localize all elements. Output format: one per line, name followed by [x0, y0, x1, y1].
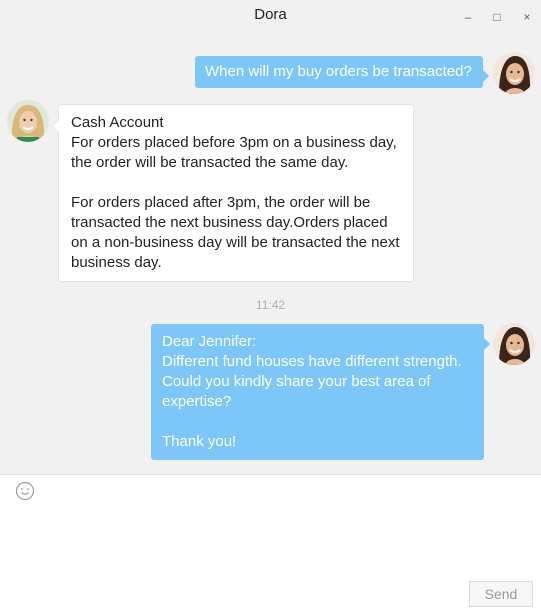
message-input[interactable] [10, 509, 534, 579]
woman-blonde-avatar-icon [7, 100, 49, 142]
minimize-button[interactable]: – [461, 10, 475, 24]
message-text: For orders placed after 3pm, the order w… [71, 194, 400, 271]
user-avatar[interactable] [493, 52, 535, 94]
smiley-icon[interactable] [15, 481, 35, 501]
chat-window: Dora – □ × When will my buy orders be tr… [0, 0, 541, 614]
maximize-button[interactable]: □ [490, 10, 504, 24]
woman-dark-hair-avatar-icon [493, 323, 535, 365]
user-avatar[interactable] [493, 323, 535, 365]
message-text: Cash Account For orders placed before 3p… [71, 114, 397, 171]
contact-avatar[interactable] [7, 100, 49, 142]
message-composer: Send [0, 474, 541, 614]
outgoing-message-bubble: Dear Jennifer: Different fund houses hav… [151, 324, 490, 460]
window-title: Dora [254, 6, 287, 23]
outgoing-message-bubble: When will my buy orders be transacted? [195, 56, 489, 88]
message-text: Dear Jennifer: Different fund houses hav… [162, 333, 462, 410]
close-button[interactable]: × [520, 10, 534, 24]
message-list[interactable]: When will my buy orders be transacted? C… [0, 36, 541, 474]
incoming-message-bubble: Cash Account For orders placed before 3p… [52, 104, 414, 282]
message-text: Thank you! [162, 433, 237, 450]
woman-dark-hair-avatar-icon [493, 52, 535, 94]
send-button[interactable]: Send [469, 581, 533, 607]
title-bar: Dora – □ × [0, 0, 541, 36]
timestamp: 11:42 [255, 298, 286, 312]
message-text: When will my buy orders be transacted? [205, 63, 472, 80]
